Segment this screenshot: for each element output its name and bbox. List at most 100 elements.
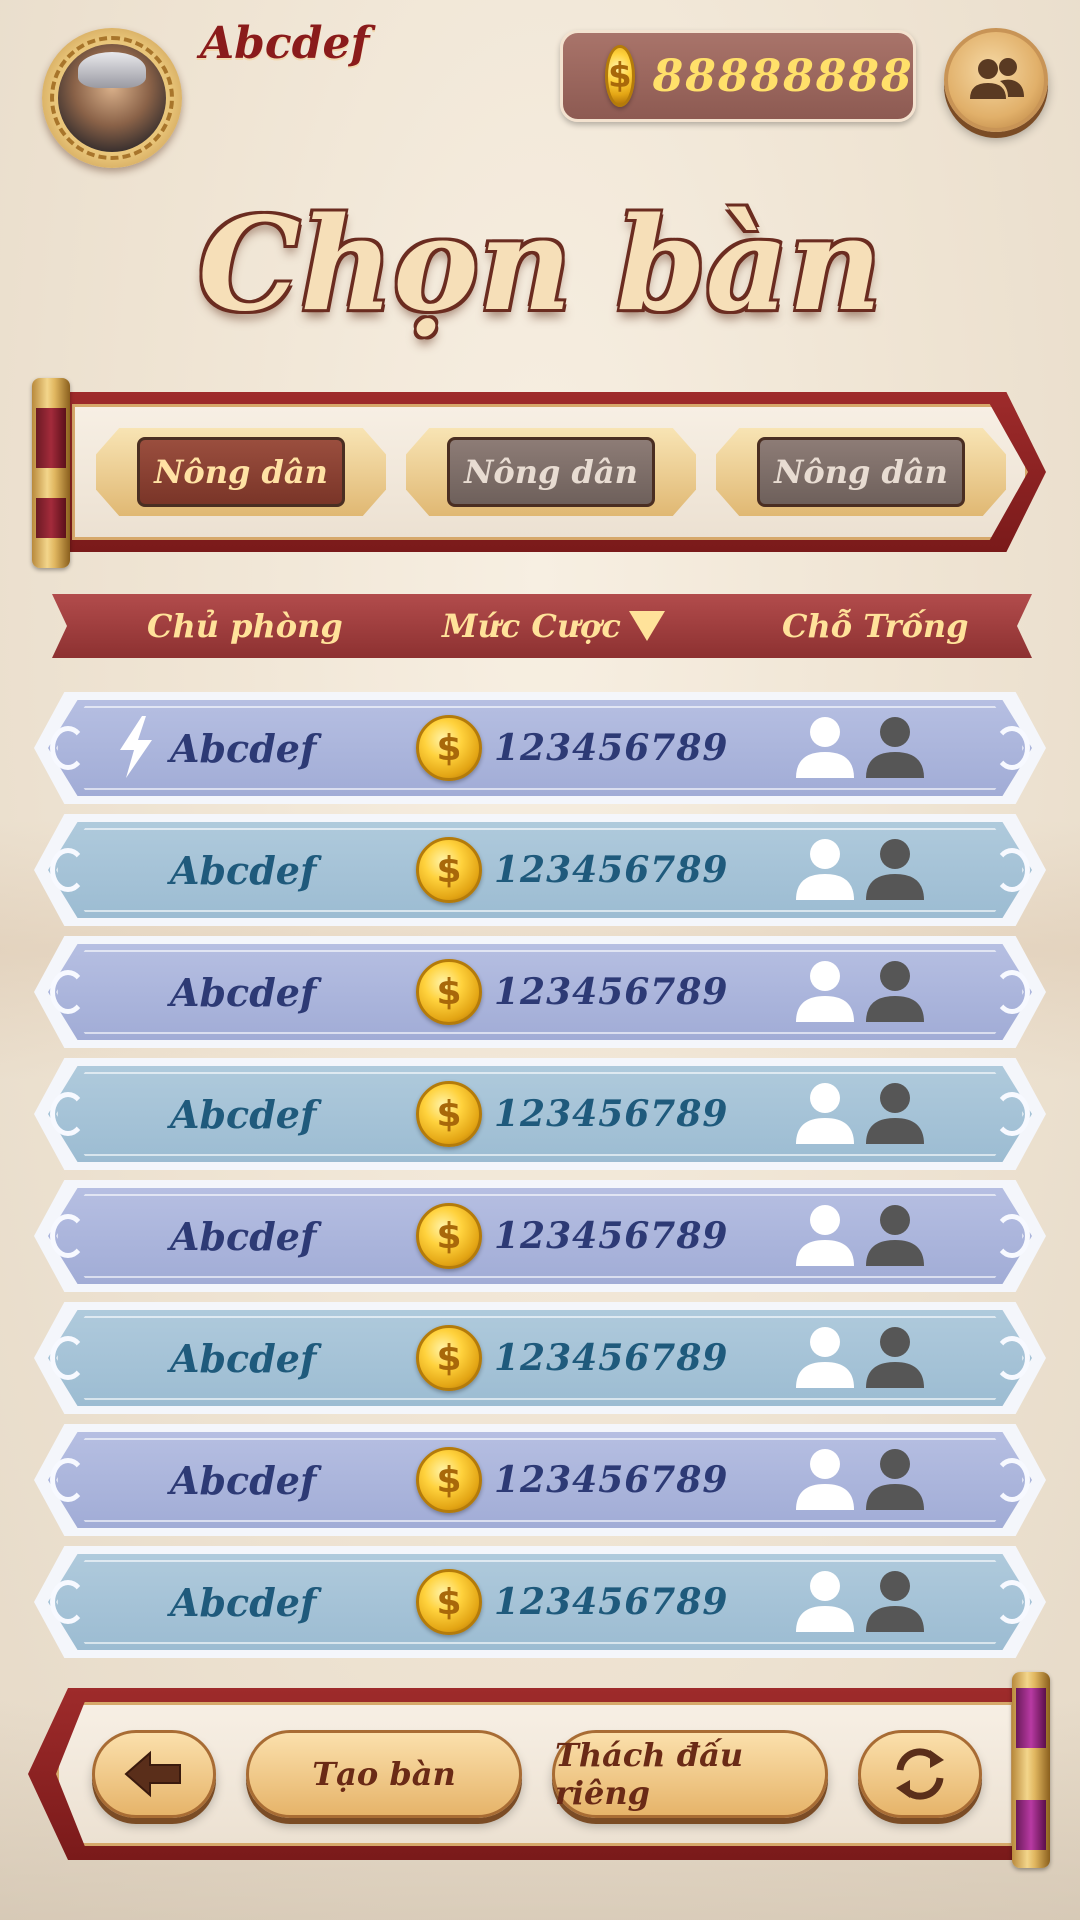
column-bet-label: Mức Cược bbox=[442, 607, 621, 645]
table-list: Abcdef $ 123456789 Abcdef $ 123456789 Ab… bbox=[34, 692, 1046, 1668]
row-host: Abcdef bbox=[170, 1457, 317, 1503]
coin-icon: $ bbox=[416, 1203, 482, 1269]
row-seats bbox=[794, 714, 926, 780]
row-host: Abcdef bbox=[170, 1213, 317, 1259]
avatar[interactable] bbox=[42, 28, 182, 168]
ornament-left-icon bbox=[50, 848, 86, 892]
username: Abcdef bbox=[200, 18, 370, 69]
person-dark-icon bbox=[866, 961, 924, 1022]
table-row[interactable]: Abcdef $ 123456789 bbox=[34, 1546, 1046, 1658]
coin-amount: 88888888 bbox=[652, 50, 914, 102]
row-bet: 123456789 bbox=[494, 1459, 729, 1501]
scroll-rod-right bbox=[1012, 1672, 1050, 1868]
table-row[interactable]: Abcdef $ 123456789 bbox=[34, 1302, 1046, 1414]
ornament-right-icon bbox=[994, 1336, 1030, 1380]
tab-room-2[interactable]: Nông dân bbox=[406, 428, 696, 516]
row-host: Abcdef bbox=[170, 725, 317, 771]
row-bet: 123456789 bbox=[494, 1581, 729, 1623]
person-dark-icon bbox=[866, 1205, 924, 1266]
person-white-icon bbox=[796, 1327, 854, 1388]
table-row[interactable]: Abcdef $ 123456789 bbox=[34, 692, 1046, 804]
person-dark-icon bbox=[866, 1327, 924, 1388]
row-host: Abcdef bbox=[170, 1579, 317, 1625]
ornament-left-icon bbox=[50, 1336, 86, 1380]
ornament-left-icon bbox=[50, 1214, 86, 1258]
tab-label: Nông dân bbox=[447, 437, 655, 507]
person-white-icon bbox=[796, 1083, 854, 1144]
scroll-rod-left bbox=[32, 378, 70, 568]
page-title: Chọn bàn bbox=[198, 190, 882, 340]
create-table-button[interactable]: Tạo bàn bbox=[246, 1730, 522, 1818]
row-seats bbox=[794, 1202, 926, 1268]
ornament-left-icon bbox=[50, 1580, 86, 1624]
table-row[interactable]: Abcdef $ 123456789 bbox=[34, 1058, 1046, 1170]
table-row[interactable]: Abcdef $ 123456789 bbox=[34, 1180, 1046, 1292]
coin-icon: $ bbox=[416, 715, 482, 781]
ornament-left-icon bbox=[50, 970, 86, 1014]
avatar-image bbox=[58, 44, 166, 152]
row-bet: 123456789 bbox=[494, 849, 729, 891]
person-white-icon bbox=[796, 1571, 854, 1632]
coin-balance[interactable]: $ 88888888 bbox=[560, 30, 916, 122]
coin-icon: $ bbox=[416, 1081, 482, 1147]
person-white-icon bbox=[796, 1205, 854, 1266]
tab-label: Nông dân bbox=[757, 437, 965, 507]
column-bet[interactable]: Mức Cược bbox=[442, 607, 665, 645]
coin-icon: $ bbox=[416, 837, 482, 903]
coin-icon: $ bbox=[416, 1447, 482, 1513]
private-challenge-button[interactable]: Thách đấu riêng bbox=[552, 1730, 828, 1818]
row-bet: 123456789 bbox=[494, 1215, 729, 1257]
ornament-right-icon bbox=[994, 848, 1030, 892]
coin-icon: $ bbox=[416, 1569, 482, 1635]
person-dark-icon bbox=[866, 839, 924, 900]
row-bet: 123456789 bbox=[494, 971, 729, 1013]
back-arrow-icon bbox=[124, 1750, 181, 1798]
person-dark-icon bbox=[866, 1571, 924, 1632]
coin-icon: $ bbox=[605, 45, 635, 107]
ornament-right-icon bbox=[994, 1458, 1030, 1502]
person-dark-icon bbox=[866, 1449, 924, 1510]
sort-down-icon bbox=[628, 611, 665, 641]
row-bet: 123456789 bbox=[494, 727, 729, 769]
column-host[interactable]: Chủ phòng bbox=[147, 607, 343, 645]
table-row[interactable]: Abcdef $ 123456789 bbox=[34, 1424, 1046, 1536]
row-bet: 123456789 bbox=[494, 1337, 729, 1379]
lightning-icon bbox=[120, 716, 152, 778]
table-row[interactable]: Abcdef $ 123456789 bbox=[34, 814, 1046, 926]
friends-icon bbox=[970, 58, 1024, 99]
ornament-right-icon bbox=[994, 726, 1030, 770]
tab-room-1[interactable]: Nông dân bbox=[96, 428, 386, 516]
ornament-left-icon bbox=[50, 726, 86, 770]
row-host: Abcdef bbox=[170, 1335, 317, 1381]
column-header: Chủ phòng Mức Cược Chỗ Trống bbox=[52, 594, 1032, 658]
person-white-icon bbox=[796, 717, 854, 778]
row-seats bbox=[794, 1568, 926, 1634]
back-button[interactable] bbox=[92, 1730, 216, 1818]
column-seats[interactable]: Chỗ Trống bbox=[782, 607, 969, 645]
ornament-right-icon bbox=[994, 1580, 1030, 1624]
tab-label: Nông dân bbox=[137, 437, 345, 507]
ornament-right-icon bbox=[994, 1092, 1030, 1136]
person-white-icon bbox=[796, 839, 854, 900]
ornament-left-icon bbox=[50, 1092, 86, 1136]
table-row[interactable]: Abcdef $ 123456789 bbox=[34, 936, 1046, 1048]
person-dark-icon bbox=[866, 717, 924, 778]
coin-icon: $ bbox=[416, 1325, 482, 1391]
refresh-button[interactable] bbox=[858, 1730, 982, 1818]
row-bet: 123456789 bbox=[494, 1093, 729, 1135]
row-seats bbox=[794, 1446, 926, 1512]
person-dark-icon bbox=[866, 1083, 924, 1144]
ornament-right-icon bbox=[994, 970, 1030, 1014]
person-white-icon bbox=[796, 1449, 854, 1510]
room-tabs: Nông dân Nông dân Nông dân bbox=[96, 428, 1006, 516]
person-white-icon bbox=[796, 961, 854, 1022]
row-host: Abcdef bbox=[170, 847, 317, 893]
row-seats bbox=[794, 836, 926, 902]
ornament-right-icon bbox=[994, 1214, 1030, 1258]
row-host: Abcdef bbox=[170, 1091, 317, 1137]
refresh-icon bbox=[896, 1748, 944, 1800]
row-seats bbox=[794, 1080, 926, 1146]
friends-button[interactable] bbox=[944, 28, 1048, 132]
tab-room-3[interactable]: Nông dân bbox=[716, 428, 1006, 516]
coin-icon: $ bbox=[416, 959, 482, 1025]
